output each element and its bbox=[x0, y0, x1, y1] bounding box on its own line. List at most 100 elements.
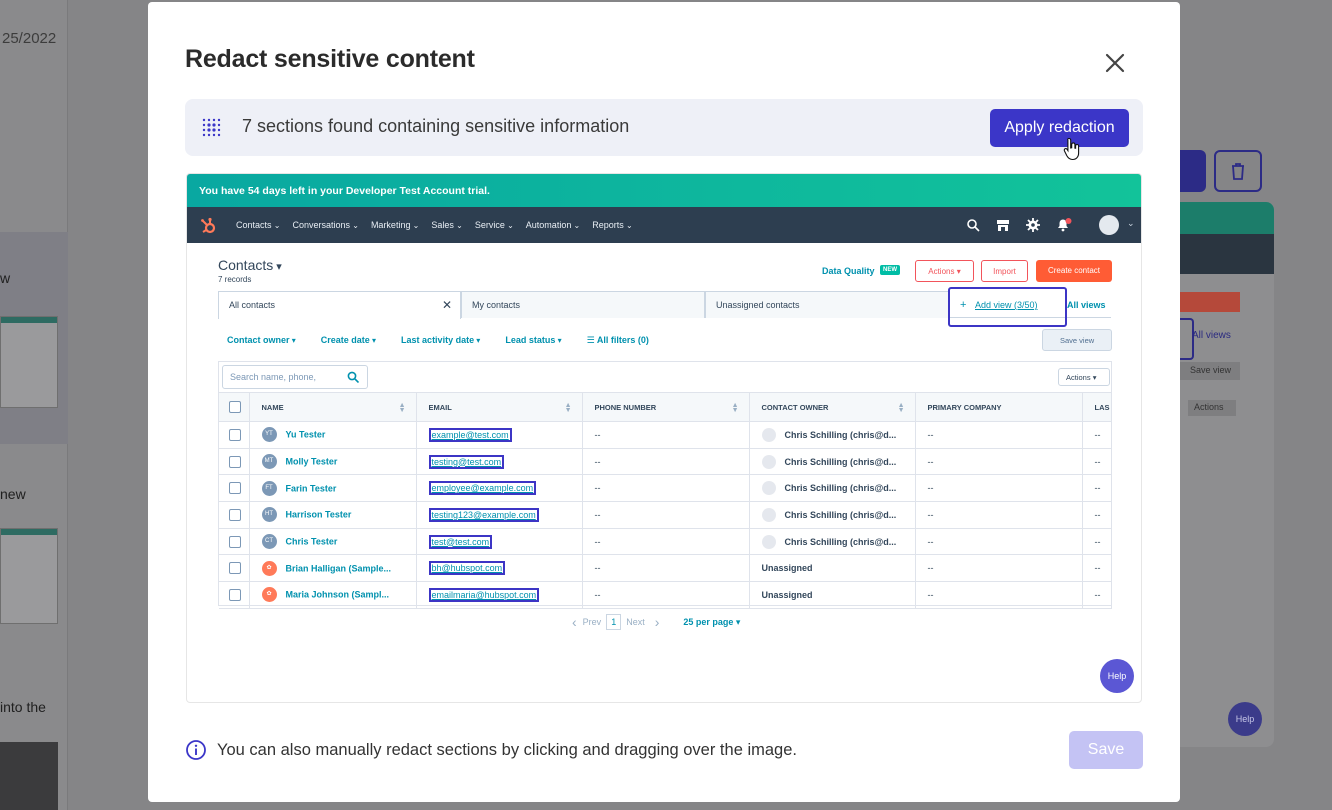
redacted-email: testing123@example.com bbox=[428, 507, 539, 522]
column-header: PRIMARY COMPANY bbox=[915, 392, 1083, 422]
phone-cell: -- bbox=[582, 581, 750, 609]
nav-item-service: Service bbox=[475, 220, 514, 230]
background-button bbox=[1180, 150, 1206, 192]
save-button[interactable]: Save bbox=[1069, 731, 1143, 769]
contact-name: Yu Tester bbox=[285, 429, 326, 440]
close-icon: ✕ bbox=[441, 298, 452, 312]
company-cell: -- bbox=[915, 581, 1083, 609]
background-actions: Actions bbox=[1188, 400, 1236, 416]
apply-redaction-button[interactable]: Apply redaction bbox=[990, 109, 1129, 147]
all-views-link: All views bbox=[1067, 300, 1106, 310]
column-header: LAS bbox=[1082, 392, 1112, 422]
filter-create-date: Create date bbox=[321, 335, 376, 346]
filter-lead-status: Lead status bbox=[505, 335, 561, 346]
redacted-email: example@test.com bbox=[428, 427, 512, 442]
row-checkbox bbox=[229, 562, 241, 575]
table-row: ✿ Brian Halligan (Sample... bh@hubspot.co… bbox=[219, 554, 1112, 583]
row-checkbox bbox=[229, 428, 241, 441]
column-header: PHONE NUMBER ▲ ▼ bbox=[582, 392, 750, 422]
background-thumbnail bbox=[0, 316, 58, 408]
info-icon bbox=[185, 739, 207, 761]
filter-last-activity: Last activity date bbox=[401, 335, 480, 346]
background-thumbnail bbox=[0, 742, 58, 810]
screenshot-preview[interactable]: You have 54 days left in your Developer … bbox=[186, 173, 1142, 703]
contacts-table: NAME ▲ ▼ EMAIL ▲ ▼ PHONE NUMBER ▲ ▼ CONTACT OW… bbox=[219, 392, 1112, 609]
redact-modal: Redact sensitive content 7 sections foun… bbox=[148, 2, 1180, 802]
last-cell: -- bbox=[1082, 474, 1112, 503]
company-cell: -- bbox=[915, 554, 1083, 583]
select-all-checkbox bbox=[219, 392, 250, 422]
owner-avatar bbox=[761, 534, 776, 549]
background-thumbnail bbox=[0, 528, 58, 624]
redacted-email: testing@test.com bbox=[428, 454, 505, 469]
chevron-left-icon: ‹ bbox=[572, 614, 577, 630]
contact-owner: Chris Schilling (chris@d... bbox=[784, 456, 897, 467]
phone-cell: -- bbox=[582, 528, 750, 556]
column-header: CONTACT OWNER ▲ ▼ bbox=[749, 392, 916, 422]
background-word: w bbox=[0, 270, 11, 286]
column-header: EMAIL ▲ ▼ bbox=[416, 392, 583, 422]
banner-message: 7 sections found containing sensitive in… bbox=[242, 116, 630, 136]
nav-item-conversations: Conversations bbox=[292, 220, 358, 230]
background-left-pane: 25/2022 w new into the bbox=[0, 0, 68, 810]
last-cell: -- bbox=[1082, 581, 1112, 609]
row-checkbox bbox=[229, 588, 241, 601]
table-actions-button: Actions ▾ bbox=[1058, 368, 1110, 386]
row-checkbox bbox=[229, 455, 241, 468]
pager-prev: Prev bbox=[582, 617, 602, 627]
nav-item-contacts: Contacts bbox=[236, 220, 280, 230]
background-right-pane: All views Save view Actions Help bbox=[1180, 0, 1332, 810]
last-cell: -- bbox=[1082, 501, 1112, 529]
last-cell: -- bbox=[1082, 448, 1112, 476]
background-all-views: All views bbox=[1192, 330, 1231, 341]
trial-banner: You have 54 days left in your Developer … bbox=[187, 174, 1141, 207]
hubspot-logo-icon bbox=[199, 217, 217, 235]
phone-cell: -- bbox=[582, 421, 750, 449]
chevron-right-icon: › bbox=[654, 614, 660, 630]
contact-avatar: MT bbox=[261, 454, 277, 470]
gear-icon bbox=[1026, 218, 1040, 232]
company-cell: -- bbox=[915, 448, 1083, 476]
create-contact-button: Create contact bbox=[1036, 260, 1112, 282]
background-date: 25/2022 bbox=[2, 30, 57, 47]
search-icon bbox=[966, 218, 980, 232]
contact-avatar: HT bbox=[261, 507, 277, 523]
contact-name: Maria Johnson (Sampl... bbox=[285, 589, 390, 600]
company-cell: -- bbox=[915, 528, 1083, 556]
background-save-view: Save view bbox=[1180, 362, 1240, 380]
table-header-row: NAME ▲ ▼ EMAIL ▲ ▼ PHONE NUMBER ▲ ▼ CONTACT OW… bbox=[219, 392, 1112, 422]
contact-owner: Chris Schilling (chris@d... bbox=[784, 536, 897, 547]
table-row: MT Molly Tester testing@test.com -- Chris… bbox=[219, 448, 1112, 476]
contact-owner: Chris Schilling (chris@d... bbox=[784, 509, 897, 520]
hubspot-sprocket-icon: ✿ bbox=[261, 587, 277, 603]
company-cell: -- bbox=[915, 421, 1083, 449]
pager-next: Next bbox=[626, 617, 645, 627]
bell-icon bbox=[1056, 218, 1072, 232]
company-cell: -- bbox=[915, 474, 1083, 503]
contact-owner: Chris Schilling (chris@d... bbox=[784, 429, 897, 440]
help-button: Help bbox=[1100, 659, 1134, 693]
contact-owner: Unassigned bbox=[749, 581, 916, 609]
redaction-box[interactable] bbox=[948, 287, 1067, 327]
redacted-email: bh@hubspot.com bbox=[428, 561, 506, 576]
table-row: FT Farin Tester employee@example.com -- C… bbox=[219, 474, 1112, 503]
contact-name: Farin Tester bbox=[285, 483, 337, 494]
contact-avatar: YT bbox=[261, 427, 277, 443]
filter-all: ☰ All filters (0) bbox=[586, 335, 649, 345]
nav-item-reports: Reports bbox=[592, 220, 632, 230]
hand-cursor-icon bbox=[1063, 137, 1081, 161]
save-view-button: Save view bbox=[1042, 329, 1112, 351]
close-icon[interactable] bbox=[1104, 52, 1126, 74]
filter-bar: Contact owner Create date Last activity … bbox=[227, 335, 699, 346]
nav-item-marketing: Marketing bbox=[371, 220, 419, 230]
manual-redact-hint: You can also manually redact sections by… bbox=[217, 741, 797, 759]
contact-owner: Unassigned bbox=[749, 554, 916, 583]
background-word: into the bbox=[0, 699, 46, 715]
phone-cell: -- bbox=[582, 554, 750, 583]
contacts-table-panel: Search name, phone, Actions ▾ NAME ▲ ▼ EMA… bbox=[218, 361, 1112, 609]
owner-avatar bbox=[761, 427, 776, 442]
tab-my-contacts: My contacts bbox=[461, 291, 705, 318]
contact-name: Molly Tester bbox=[285, 456, 338, 467]
contacts-title: Contacts bbox=[218, 257, 282, 273]
nav-item-sales: Sales bbox=[431, 220, 462, 230]
